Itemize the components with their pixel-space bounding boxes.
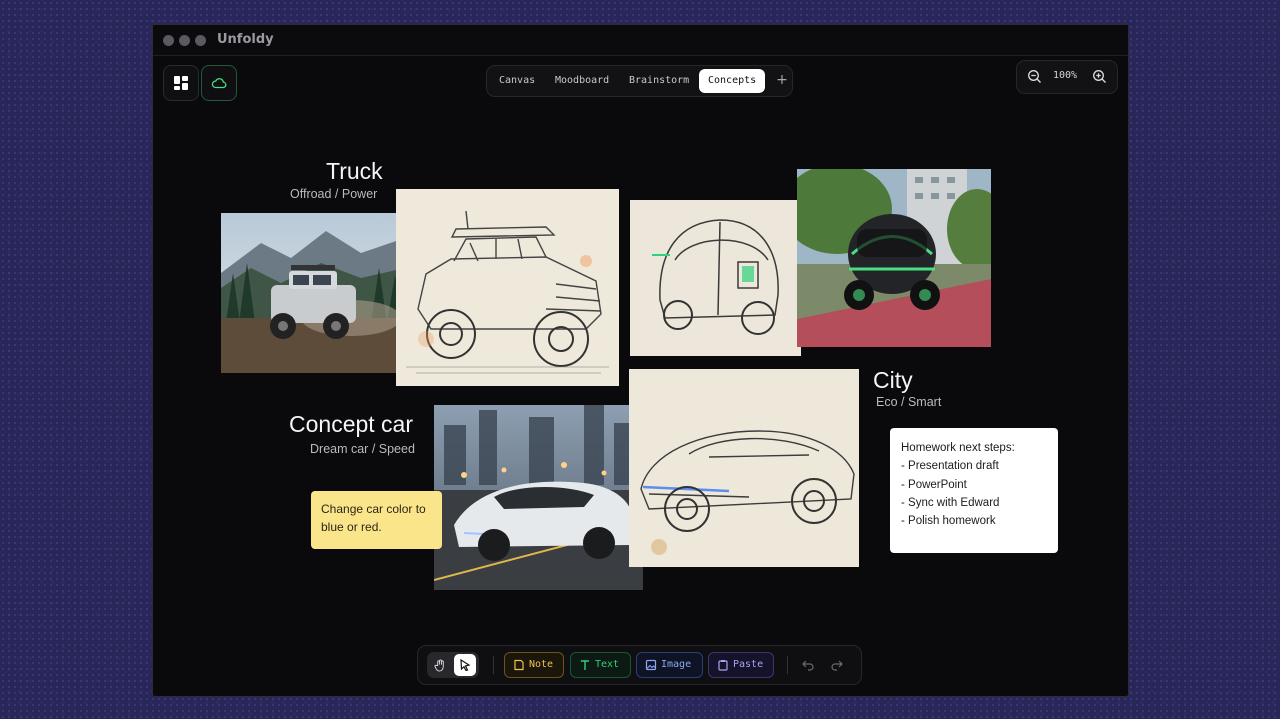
offroad-truck-photo[interactable] xyxy=(221,213,405,373)
text-label: Text xyxy=(595,659,620,670)
hand-tool-button[interactable] xyxy=(430,655,450,675)
city-group-subtitle: Eco / Smart xyxy=(876,395,942,409)
hand-icon xyxy=(433,658,444,672)
note-heading: Homework next steps: xyxy=(901,442,1015,454)
truck-sketch-image[interactable] xyxy=(396,189,619,386)
add-text-button[interactable]: Text xyxy=(570,652,631,678)
city-pod-sketch-image[interactable] xyxy=(630,200,801,356)
tab-moodboard[interactable]: Moodboard xyxy=(546,69,618,93)
cloud-icon xyxy=(211,78,227,89)
note-item: - Presentation draft xyxy=(901,460,999,473)
homework-note[interactable]: Homework next steps: - Presentation draf… xyxy=(890,428,1058,553)
bottom-toolbar: Note Text Image Paste xyxy=(417,645,862,685)
zoom-level: 100% xyxy=(1053,70,1078,81)
image-label: Image xyxy=(661,659,692,670)
divider xyxy=(493,656,494,674)
window-maximize-dot[interactable] xyxy=(195,35,206,46)
title-bar: Unfoldy xyxy=(153,25,1128,56)
paste-label: Paste xyxy=(733,659,764,670)
tab-bar: Canvas Moodboard Brainstorm Concepts + xyxy=(486,65,793,97)
note-item: - PowerPoint xyxy=(901,478,967,491)
layout-button[interactable] xyxy=(163,65,199,101)
add-image-button[interactable]: Image xyxy=(636,652,703,678)
tool-mode-group xyxy=(427,652,479,678)
window-minimize-dot[interactable] xyxy=(179,35,190,46)
note-line: Change car color to xyxy=(321,502,426,516)
truck-group-subtitle: Offroad / Power xyxy=(290,187,378,201)
app-window: Unfoldy Canvas Moodboard Brainstorm Conc… xyxy=(152,24,1129,697)
select-tool-button[interactable] xyxy=(454,654,476,676)
window-close-dot[interactable] xyxy=(163,35,174,46)
tab-concepts[interactable]: Concepts xyxy=(699,69,766,93)
tab-brainstorm[interactable]: Brainstorm xyxy=(620,69,698,93)
truck-group-title: Truck xyxy=(326,158,383,184)
dashboard-icon xyxy=(174,76,188,90)
cursor-icon xyxy=(460,659,471,671)
zoom-in-icon[interactable] xyxy=(1092,69,1107,84)
undo-icon[interactable] xyxy=(802,659,815,671)
cloud-sync-button[interactable] xyxy=(201,65,237,101)
sticky-note-yellow[interactable]: Change car color to blue or red. xyxy=(311,491,442,549)
redo-icon[interactable] xyxy=(830,659,843,671)
note-icon xyxy=(514,659,524,671)
note-item: - Sync with Edward xyxy=(901,496,1000,509)
note-label: Note xyxy=(529,659,554,670)
zoom-control: 100% xyxy=(1016,60,1118,94)
concept-group-title: Concept car xyxy=(289,411,414,437)
text-icon xyxy=(581,660,589,670)
divider xyxy=(787,656,788,674)
city-pod-photo[interactable] xyxy=(797,169,991,347)
note-line: blue or red. xyxy=(321,520,382,534)
zoom-out-icon[interactable] xyxy=(1027,69,1042,84)
note-item: - Polish homework xyxy=(901,515,996,528)
concept-group-subtitle: Dream car / Speed xyxy=(310,442,415,456)
tab-canvas[interactable]: Canvas xyxy=(490,69,544,93)
concept-car-photo[interactable] xyxy=(434,405,643,590)
window-title: Unfoldy xyxy=(217,32,274,47)
paste-button[interactable]: Paste xyxy=(708,652,774,678)
city-group-title: City xyxy=(873,367,913,393)
add-tab-button[interactable]: + xyxy=(774,68,790,92)
image-icon xyxy=(645,659,657,671)
paste-icon xyxy=(718,660,728,671)
concept-car-sketch-image[interactable] xyxy=(629,369,859,567)
add-note-button[interactable]: Note xyxy=(504,652,564,678)
